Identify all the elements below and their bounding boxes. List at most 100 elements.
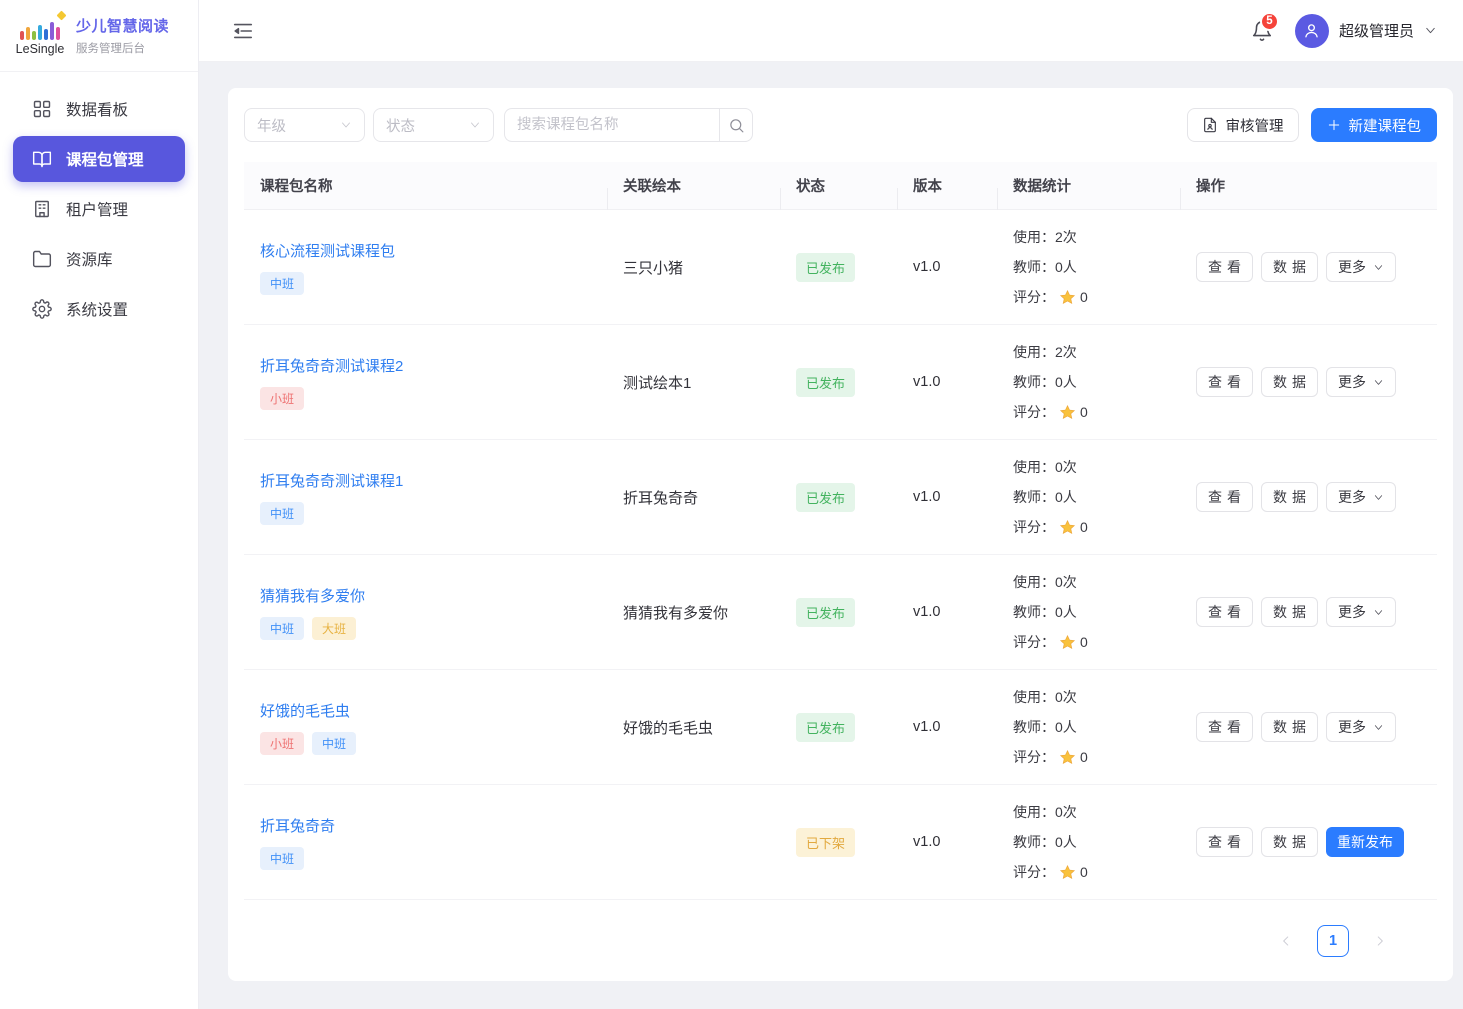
brand-title: 少儿智慧阅读 bbox=[76, 15, 169, 36]
menu-fold-icon[interactable] bbox=[232, 20, 254, 42]
search-input[interactable] bbox=[504, 108, 719, 142]
view-button[interactable]: 查看 bbox=[1196, 482, 1253, 512]
version-cell: v1.0 bbox=[897, 718, 997, 736]
user-menu[interactable]: 超级管理员 bbox=[1295, 14, 1437, 48]
book-cell: 三只小猪 bbox=[607, 257, 780, 278]
chevron-down-icon bbox=[1373, 607, 1384, 618]
row-actions: 查看 数据 更多 bbox=[1196, 367, 1437, 397]
avatar bbox=[1295, 14, 1329, 48]
view-button[interactable]: 查看 bbox=[1196, 827, 1253, 857]
table-row: 核心流程测试课程包 中班 三只小猪 已发布 v1.0 使用： 2次 教师： 0人 bbox=[244, 210, 1437, 325]
version-cell: v1.0 bbox=[897, 833, 997, 851]
audit-manage-button[interactable]: 审核管理 bbox=[1187, 108, 1299, 142]
sidebar-item-building[interactable]: 租户管理 bbox=[13, 186, 185, 232]
grade-tags: 小班中班 bbox=[260, 732, 607, 755]
search-group bbox=[504, 108, 753, 142]
usage-stat: 使用： 2次 bbox=[1013, 222, 1180, 252]
data-button-label: 数据 bbox=[1273, 717, 1311, 737]
more-button[interactable]: 更多 bbox=[1326, 597, 1396, 627]
sidebar-item-gear[interactable]: 系统设置 bbox=[13, 286, 185, 332]
status-select[interactable]: 状态 bbox=[373, 108, 494, 142]
create-button-label: 新建课程包 bbox=[1349, 115, 1422, 136]
star-icon bbox=[1059, 864, 1076, 881]
package-name-link[interactable]: 核心流程测试课程包 bbox=[260, 240, 395, 261]
more-button[interactable]: 更多 bbox=[1326, 712, 1396, 742]
data-button[interactable]: 数据 bbox=[1261, 827, 1318, 857]
more-button-label: 更多 bbox=[1338, 257, 1366, 277]
data-button[interactable]: 数据 bbox=[1261, 482, 1318, 512]
column-header: 状态 bbox=[780, 175, 897, 196]
usage-label: 使用： bbox=[1013, 802, 1055, 822]
more-button[interactable]: 更多 bbox=[1326, 482, 1396, 512]
version-text: v1.0 bbox=[913, 374, 940, 390]
data-button[interactable]: 数据 bbox=[1261, 712, 1318, 742]
teacher-stat: 教师： 0人 bbox=[1013, 482, 1180, 512]
view-button[interactable]: 查看 bbox=[1196, 367, 1253, 397]
usage-stat: 使用： 2次 bbox=[1013, 337, 1180, 367]
view-button[interactable]: 查看 bbox=[1196, 252, 1253, 282]
topbar: 5 超级管理员 bbox=[199, 0, 1463, 62]
search-button[interactable] bbox=[719, 108, 753, 142]
usage-label: 使用： bbox=[1013, 227, 1055, 247]
column-header: 数据统计 bbox=[997, 175, 1180, 196]
status-cell: 已发布 bbox=[780, 368, 897, 397]
row-actions: 查看 数据 更多 bbox=[1196, 482, 1437, 512]
data-button[interactable]: 数据 bbox=[1261, 597, 1318, 627]
version-text: v1.0 bbox=[913, 719, 940, 735]
star-icon bbox=[1059, 634, 1076, 651]
stats-cell: 使用： 0次 教师： 0人 评分： 0 bbox=[997, 452, 1180, 542]
chevron-down-icon bbox=[469, 119, 481, 131]
grade-tag: 中班 bbox=[260, 847, 304, 870]
book-name: 好饿的毛毛虫 bbox=[623, 720, 713, 737]
teacher-label: 教师： bbox=[1013, 717, 1055, 737]
chevron-down-icon bbox=[1373, 492, 1384, 503]
grade-select-placeholder: 年级 bbox=[257, 115, 286, 136]
usage-value: 0次 bbox=[1055, 802, 1077, 822]
pagination-next-icon[interactable] bbox=[1365, 926, 1395, 956]
spark-icon bbox=[57, 10, 67, 20]
stats-cell: 使用： 0次 教师： 0人 评分： 0 bbox=[997, 567, 1180, 657]
pagination-prev-icon[interactable] bbox=[1271, 926, 1301, 956]
rating-value: 0 bbox=[1080, 519, 1088, 535]
folder-icon bbox=[32, 249, 52, 269]
usage-value: 0次 bbox=[1055, 687, 1077, 707]
rating-stat: 评分： 0 bbox=[1013, 397, 1180, 427]
sidebar-item-book-open[interactable]: 课程包管理 bbox=[13, 136, 185, 182]
pagination-page-1[interactable]: 1 bbox=[1317, 925, 1349, 957]
version-cell: v1.0 bbox=[897, 488, 997, 506]
package-name-link[interactable]: 折耳兔奇奇测试课程2 bbox=[260, 355, 403, 376]
grade-select[interactable]: 年级 bbox=[244, 108, 365, 142]
package-name-link[interactable]: 折耳兔奇奇 bbox=[260, 815, 335, 836]
teacher-value: 0人 bbox=[1055, 602, 1077, 622]
row-actions: 查看 数据 更多 bbox=[1196, 252, 1437, 282]
view-button[interactable]: 查看 bbox=[1196, 712, 1253, 742]
sidebar-item-dashboard[interactable]: 数据看板 bbox=[13, 86, 185, 132]
more-button[interactable]: 更多 bbox=[1326, 367, 1396, 397]
view-button[interactable]: 查看 bbox=[1196, 597, 1253, 627]
grade-tag: 中班 bbox=[312, 732, 356, 755]
column-header: 版本 bbox=[897, 175, 997, 196]
package-name-link[interactable]: 猜猜我有多爱你 bbox=[260, 585, 365, 606]
package-name-link[interactable]: 好饿的毛毛虫 bbox=[260, 700, 350, 721]
status-cell: 已发布 bbox=[780, 713, 897, 742]
chevron-down-icon bbox=[1373, 262, 1384, 273]
usage-value: 0次 bbox=[1055, 572, 1077, 592]
package-name-link[interactable]: 折耳兔奇奇测试课程1 bbox=[260, 470, 403, 491]
grade-tags: 中班 bbox=[260, 847, 607, 870]
data-button[interactable]: 数据 bbox=[1261, 367, 1318, 397]
book-name: 三只小猪 bbox=[623, 260, 683, 277]
data-button[interactable]: 数据 bbox=[1261, 252, 1318, 282]
grade-tags: 中班大班 bbox=[260, 617, 607, 640]
sidebar-item-folder[interactable]: 资源库 bbox=[13, 236, 185, 282]
actions-cell: 查看 数据 更多 bbox=[1180, 252, 1437, 282]
rating-label: 评分： bbox=[1013, 517, 1055, 537]
brand-text: 少儿智慧阅读 服务管理后台 bbox=[76, 15, 169, 56]
status-select-placeholder: 状态 bbox=[386, 115, 415, 136]
more-button[interactable]: 更多 bbox=[1326, 252, 1396, 282]
notification-bell[interactable]: 5 bbox=[1251, 20, 1273, 42]
republish-button[interactable]: 重新发布 bbox=[1326, 827, 1404, 857]
rating-stat: 评分： 0 bbox=[1013, 627, 1180, 657]
user-name: 超级管理员 bbox=[1339, 20, 1414, 41]
table-header: 课程包名称关联绘本状态版本数据统计操作 bbox=[244, 162, 1437, 210]
create-package-button[interactable]: 新建课程包 bbox=[1311, 108, 1438, 142]
